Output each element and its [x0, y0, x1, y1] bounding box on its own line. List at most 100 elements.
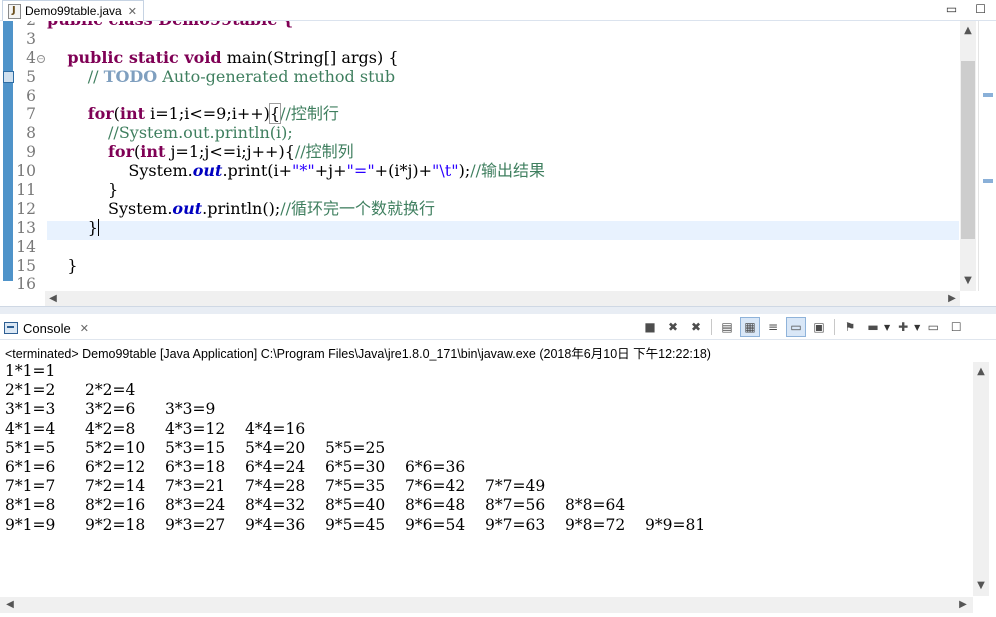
clear-console-icon[interactable]: ▤ [717, 317, 737, 337]
fold-collapse-icon[interactable]: − [37, 55, 45, 63]
code-token: TODO [103, 66, 158, 86]
code-token: } [47, 217, 98, 237]
tab-label: Demo99table.java [25, 4, 122, 18]
code-line[interactable]: System.out.print(i+"*"+j+"="+(i*j)+"\t")… [47, 161, 959, 181]
pin-console-icon[interactable]: ⚑ [840, 317, 860, 337]
code-line[interactable]: } [47, 255, 959, 276]
console-tab-label: Console [23, 320, 71, 336]
code-token: "*" [292, 161, 315, 181]
overview-ruler[interactable] [978, 21, 996, 291]
console-output[interactable]: 1*1=1 2*1=2 2*2=4 3*1=3 3*2=6 3*3=9 4*1=4 4… [5, 362, 970, 596]
scroll-up-icon[interactable]: ▲ [973, 364, 989, 380]
code-line[interactable]: public static void main(String[] args) { [47, 47, 959, 68]
code-token: System. [47, 198, 173, 218]
console-output-line: 1*1=1 [5, 362, 56, 380]
editor-vertical-scrollbar[interactable]: ▲ ▼ [960, 21, 976, 291]
console-horizontal-scrollbar[interactable]: ◀ ▶ [0, 597, 973, 613]
remove-launch-icon[interactable]: ✖ [663, 317, 683, 337]
scroll-up-icon[interactable]: ▲ [960, 23, 976, 39]
code-token: //System.out.println(i); [108, 123, 293, 143]
line-number: 6 [26, 86, 36, 105]
pane-splitter[interactable] [0, 306, 996, 314]
open-console-icon[interactable]: ✚ [893, 317, 913, 337]
scroll-left-icon[interactable]: ◀ [2, 597, 18, 613]
code-token: } [47, 255, 78, 275]
scroll-right-icon[interactable]: ▶ [955, 597, 971, 613]
code-editor[interactable]: 2345678910111213141516 − public class De… [0, 21, 960, 291]
maximize-icon[interactable]: ☐ [946, 317, 966, 337]
line-number: 10 [16, 162, 36, 181]
word-wrap-icon[interactable]: ≡ [763, 317, 783, 337]
show-on-stderr-icon[interactable]: ▣ [809, 317, 829, 337]
code-text[interactable]: public class Demo99table { public static… [47, 21, 959, 291]
ruler-annotation[interactable] [983, 179, 993, 183]
java-file-icon [8, 4, 21, 19]
remove-all-terminated-icon[interactable]: ✖ [686, 317, 706, 337]
code-token: //控制列 [294, 142, 354, 162]
minimize-icon[interactable]: ▭ [923, 317, 943, 337]
code-token: "\t" [432, 161, 459, 181]
console-output-line: 5*1=5 5*2=10 5*3=15 5*4=20 5*5=25 [5, 438, 386, 457]
scroll-lock-icon[interactable]: ▦ [740, 317, 760, 337]
code-line[interactable] [47, 238, 959, 257]
line-number: 4 [26, 48, 36, 67]
code-line[interactable]: //System.out.println(i); [47, 123, 959, 143]
show-on-stdout-icon[interactable]: ▭ [786, 317, 806, 337]
code-token: out [172, 198, 203, 218]
tab-console[interactable]: Console ✕ [4, 318, 89, 338]
scroll-left-icon[interactable]: ◀ [45, 291, 61, 306]
scroll-down-icon[interactable]: ▼ [973, 578, 989, 594]
code-token: +(i*j)+ [374, 161, 433, 181]
code-token: //输出结果 [470, 161, 546, 181]
console-output-line: 7*1=7 7*2=14 7*3=21 7*4=28 7*5=35 7*6=42… [5, 477, 546, 496]
code-line[interactable]: // TODO Auto-generated method stub [47, 66, 959, 87]
console-output-line: 9*1=9 9*2=18 9*3=27 9*4=36 9*5=45 9*6=54… [5, 515, 706, 534]
console-vertical-scrollbar[interactable]: ▲ ▼ [973, 362, 989, 596]
code-line[interactable]: } [47, 217, 959, 238]
code-token: "=" [346, 161, 375, 181]
scroll-right-icon[interactable]: ▶ [944, 291, 960, 306]
editor-tab-bar: Demo99table.java ✕ ▭ ☐ [0, 0, 996, 21]
minimize-icon[interactable]: ▭ [946, 2, 957, 16]
tab-demo99table-java[interactable]: Demo99table.java ✕ [2, 0, 144, 21]
console-toolbar: ■ ✖ ✖ ▤ ▦ ≡ ▭ ▣ ⚑ ▬ ▼ ✚ ▼ ▭ ☐ [640, 317, 966, 337]
separator [834, 319, 835, 335]
line-number: 16 [16, 275, 36, 291]
code-line[interactable]: public class Demo99table { [47, 21, 959, 30]
code-line[interactable]: for(int i=1;i<=9;i++){//控制行 [47, 103, 959, 125]
editor-horizontal-scrollbar[interactable]: ◀ ▶ [45, 291, 960, 306]
console-status-line: <terminated> Demo99table [Java Applicati… [5, 347, 711, 361]
close-icon[interactable]: ✕ [80, 322, 89, 335]
code-token: //循环完一个数就换行 [280, 198, 436, 218]
code-token: int [140, 142, 166, 162]
ruler-annotation[interactable] [983, 93, 993, 97]
code-line[interactable]: } [47, 180, 959, 200]
scroll-thumb[interactable] [961, 61, 975, 239]
code-token: public static void [67, 47, 222, 67]
chevron-down-icon[interactable]: ▼ [884, 323, 890, 332]
code-token: out [192, 161, 223, 181]
code-token: .println(); [202, 198, 281, 218]
terminate-icon[interactable]: ■ [640, 317, 660, 337]
code-token: ); [458, 161, 471, 181]
line-number: 7 [26, 105, 36, 124]
separator [711, 319, 712, 335]
code-line[interactable] [47, 275, 959, 291]
scroll-down-icon[interactable]: ▼ [960, 273, 976, 289]
code-token: // [87, 66, 104, 86]
code-line[interactable] [47, 87, 959, 106]
code-line[interactable] [47, 30, 959, 49]
code-token: int [119, 104, 146, 124]
code-token: public class Demo99table { [47, 21, 293, 29]
maximize-icon[interactable]: ☐ [975, 2, 986, 16]
code-token: +j+ [314, 161, 347, 181]
display-selected-console-icon[interactable]: ▬ [863, 317, 883, 337]
chevron-down-icon[interactable]: ▼ [914, 323, 920, 332]
code-line[interactable]: System.out.println();//循环完一个数就换行 [47, 198, 959, 219]
line-number: 9 [26, 143, 36, 162]
close-icon[interactable]: ✕ [128, 5, 137, 18]
code-line[interactable]: for(int j=1;j<=i;j++){//控制列 [47, 142, 959, 162]
console-output-line: 4*1=4 4*2=8 4*3=12 4*4=16 [5, 419, 306, 438]
